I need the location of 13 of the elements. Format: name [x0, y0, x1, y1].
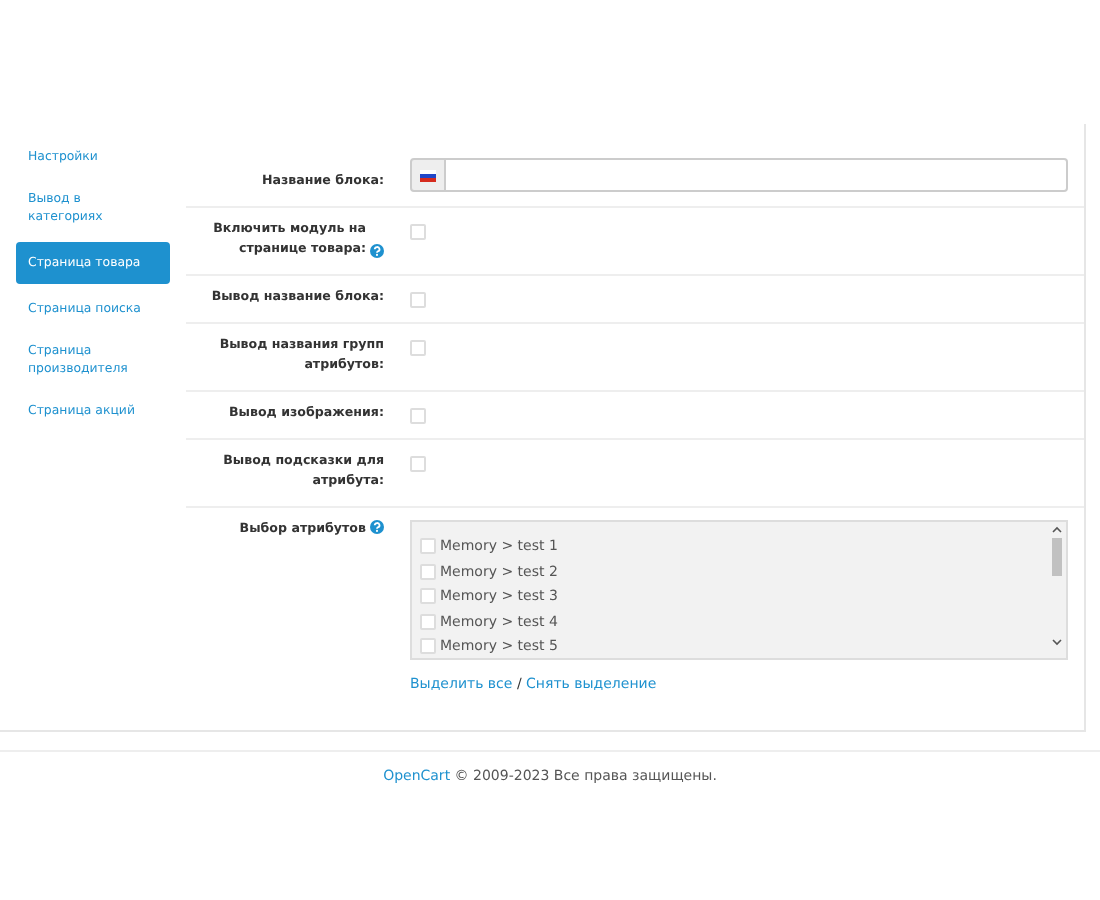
checkbox[interactable]: [410, 456, 426, 472]
scrollbar[interactable]: [1050, 524, 1064, 648]
checkbox[interactable]: [410, 292, 426, 308]
checkbox[interactable]: [420, 613, 436, 630]
checkbox[interactable]: [410, 408, 426, 424]
checkbox[interactable]: [420, 638, 436, 655]
checkbox[interactable]: [410, 340, 426, 356]
checkbox[interactable]: [420, 563, 436, 580]
input-field[interactable]: [446, 158, 1068, 192]
checkbox[interactable]: [410, 224, 426, 240]
checkbox[interactable]: [420, 538, 436, 555]
flag-icon: [420, 169, 436, 181]
checkbox[interactable]: [420, 588, 436, 605]
